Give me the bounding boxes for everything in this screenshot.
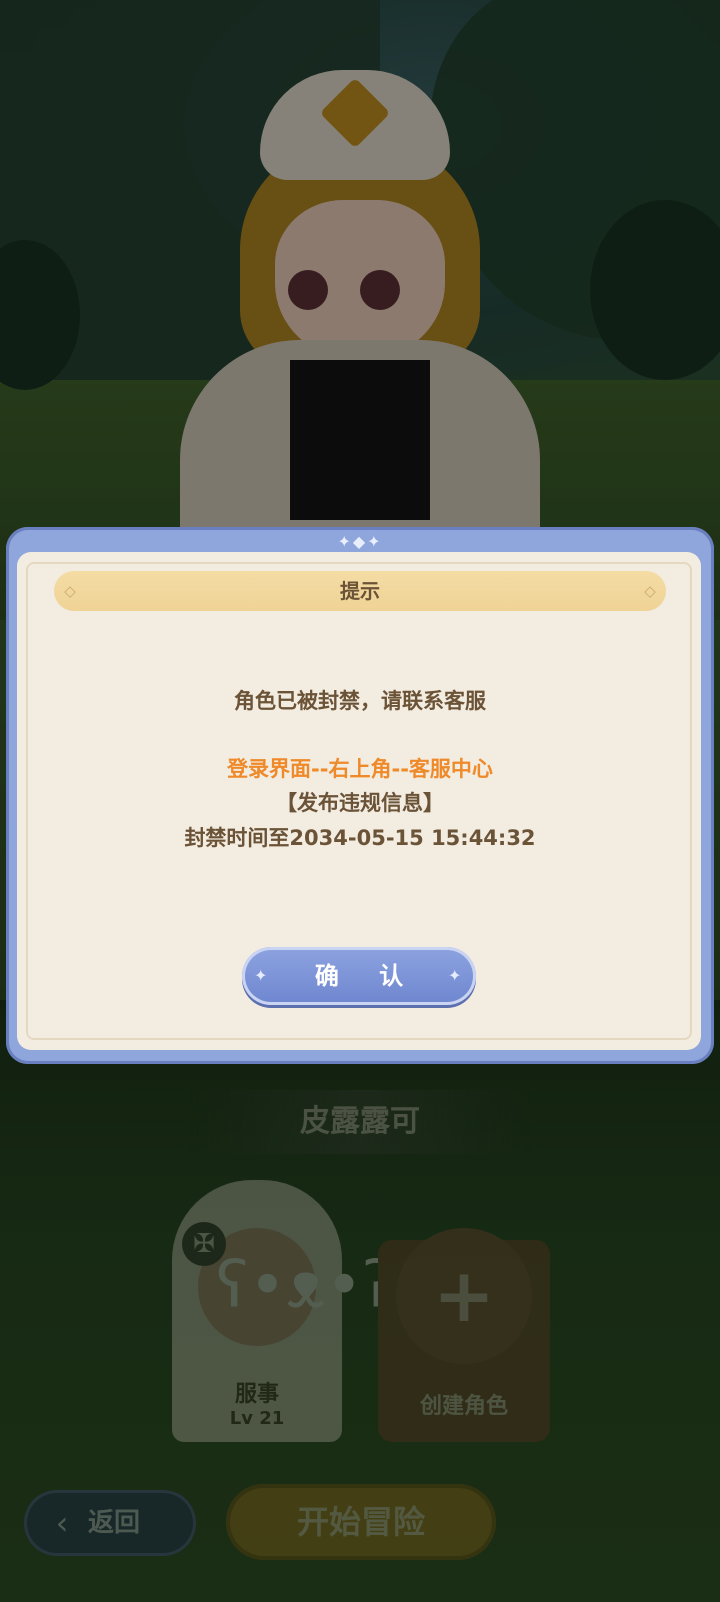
dialog-title: 提示 [340,579,380,603]
sparkle-icon: ✦ [448,966,462,985]
support-path-hint: 登录界面--右上角--客服中心 [227,757,493,781]
confirm-button[interactable]: ✦ 确 认 ✦ [242,947,476,1005]
confirm-label: 确 认 [314,962,420,990]
dialog-title-bar: ◇ 提示 ◇ [54,571,666,611]
diamond-ornament-icon: ◇ [644,582,656,600]
ban-reason: 【发布违规信息】 [276,791,444,815]
ban-until-time: 封禁时间至2034-05-15 15:44:32 [184,826,536,850]
gem-ornament-icon: ✦◆✦ [337,532,383,551]
ban-message: 角色已被封禁，请联系客服 [234,689,486,713]
